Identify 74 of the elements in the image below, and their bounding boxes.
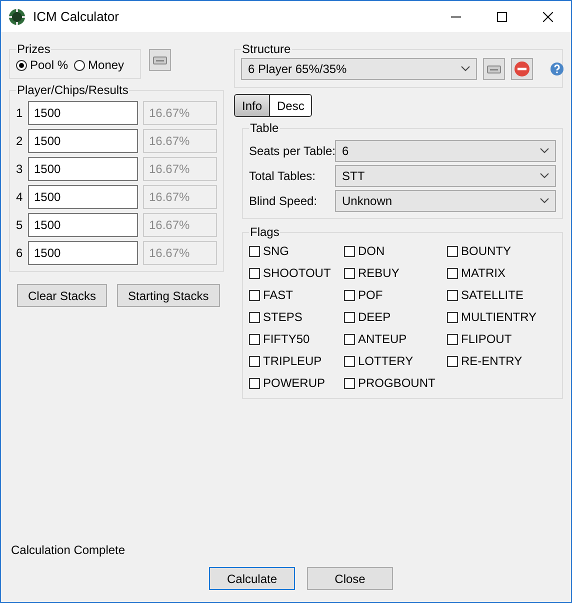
field-label: Total Tables:: [249, 169, 316, 183]
chips-field[interactable]: 1500: [28, 241, 138, 265]
flag-checkbox[interactable]: ANTEUP: [344, 332, 447, 346]
chips-field[interactable]: 1500: [28, 185, 138, 209]
caret-icon: [540, 148, 549, 154]
delete-icon: [514, 61, 530, 77]
field-label: Seats per Table:: [249, 144, 335, 158]
group-title: Table: [249, 121, 280, 135]
group-title: Prizes: [16, 42, 52, 56]
help-icon[interactable]: [550, 62, 564, 76]
row-number: 4: [16, 190, 24, 204]
flag-checkbox[interactable]: SNG: [249, 244, 344, 258]
drive-button[interactable]: [483, 58, 505, 80]
flag-checkbox[interactable]: FIFTY50: [249, 332, 344, 346]
stack-button[interactable]: Clear Stacks: [17, 284, 108, 307]
close-icon[interactable]: [543, 12, 553, 22]
row-number: 6: [16, 246, 24, 260]
result-field: 16.67%: [143, 157, 217, 181]
row-number: 5: [16, 218, 24, 232]
row-number: 3: [16, 162, 24, 176]
drive-icon: [153, 55, 167, 65]
dropdown[interactable]: 6: [335, 140, 556, 162]
caret-icon: [461, 66, 470, 72]
flag-checkbox[interactable]: TRIPLEUP: [249, 354, 344, 368]
row-number: 2: [16, 134, 24, 148]
flag-checkbox[interactable]: POWERUP: [249, 376, 344, 390]
window-title: ICM Calculator: [33, 9, 119, 24]
flag-checkbox[interactable]: FAST: [249, 288, 344, 302]
flag-checkbox[interactable]: SATELLITE: [447, 288, 556, 302]
dropdown[interactable]: STT: [335, 165, 556, 187]
dropdown[interactable]: Unknown: [335, 190, 556, 212]
flag-checkbox[interactable]: PROGBOUNT: [344, 376, 447, 390]
flag-checkbox[interactable]: MATRIX: [447, 266, 556, 280]
flag-checkbox[interactable]: DON: [344, 244, 447, 258]
group-title: Flags: [249, 225, 280, 239]
flag-checkbox[interactable]: MULTIENTRY: [447, 310, 556, 324]
poker-chip-icon: [9, 8, 25, 24]
flag-checkbox[interactable]: STEPS: [249, 310, 344, 324]
status-text: Calculation Complete: [11, 543, 126, 557]
radio-option[interactable]: Money: [74, 58, 124, 72]
group-title: Structure: [241, 42, 292, 56]
tab[interactable]: Desc: [270, 95, 312, 116]
delete-button[interactable]: [511, 58, 533, 80]
field-label: Blind Speed:: [249, 194, 318, 208]
result-field: 16.67%: [143, 213, 217, 237]
flag-checkbox[interactable]: FLIPOUT: [447, 332, 556, 346]
flag-checkbox[interactable]: POF: [344, 288, 447, 302]
chips-field[interactable]: 1500: [28, 129, 138, 153]
chips-field[interactable]: 1500: [28, 157, 138, 181]
result-field: 16.67%: [143, 129, 217, 153]
result-field: 16.67%: [143, 241, 217, 265]
flag-checkbox[interactable]: SHOOTOUT: [249, 266, 344, 280]
tab[interactable]: Info: [235, 95, 270, 116]
group-title: Player/Chips/Results: [16, 83, 130, 97]
flag-checkbox[interactable]: REBUY: [344, 266, 447, 280]
maximize-icon[interactable]: [497, 12, 507, 22]
caret-icon: [540, 198, 549, 204]
result-field: 16.67%: [143, 101, 217, 125]
stack-button[interactable]: Starting Stacks: [117, 284, 220, 307]
drive-icon: [487, 64, 501, 74]
structure-dropdown[interactable]: 6 Player 65%/35%: [241, 58, 477, 80]
flag-checkbox[interactable]: RE-ENTRY: [447, 354, 556, 368]
flag-checkbox[interactable]: DEEP: [344, 310, 447, 324]
caret-icon: [540, 173, 549, 179]
chips-field[interactable]: 1500: [28, 101, 138, 125]
row-number: 1: [16, 106, 24, 120]
dialog-button[interactable]: Calculate: [209, 567, 295, 590]
chips-field[interactable]: 1500: [28, 213, 138, 237]
dialog-button[interactable]: Close: [307, 567, 393, 590]
flag-checkbox[interactable]: LOTTERY: [344, 354, 447, 368]
radio-option[interactable]: Pool %: [16, 58, 68, 72]
result-field: 16.67%: [143, 185, 217, 209]
flag-checkbox[interactable]: BOUNTY: [447, 244, 556, 258]
drive-button[interactable]: [149, 49, 171, 71]
